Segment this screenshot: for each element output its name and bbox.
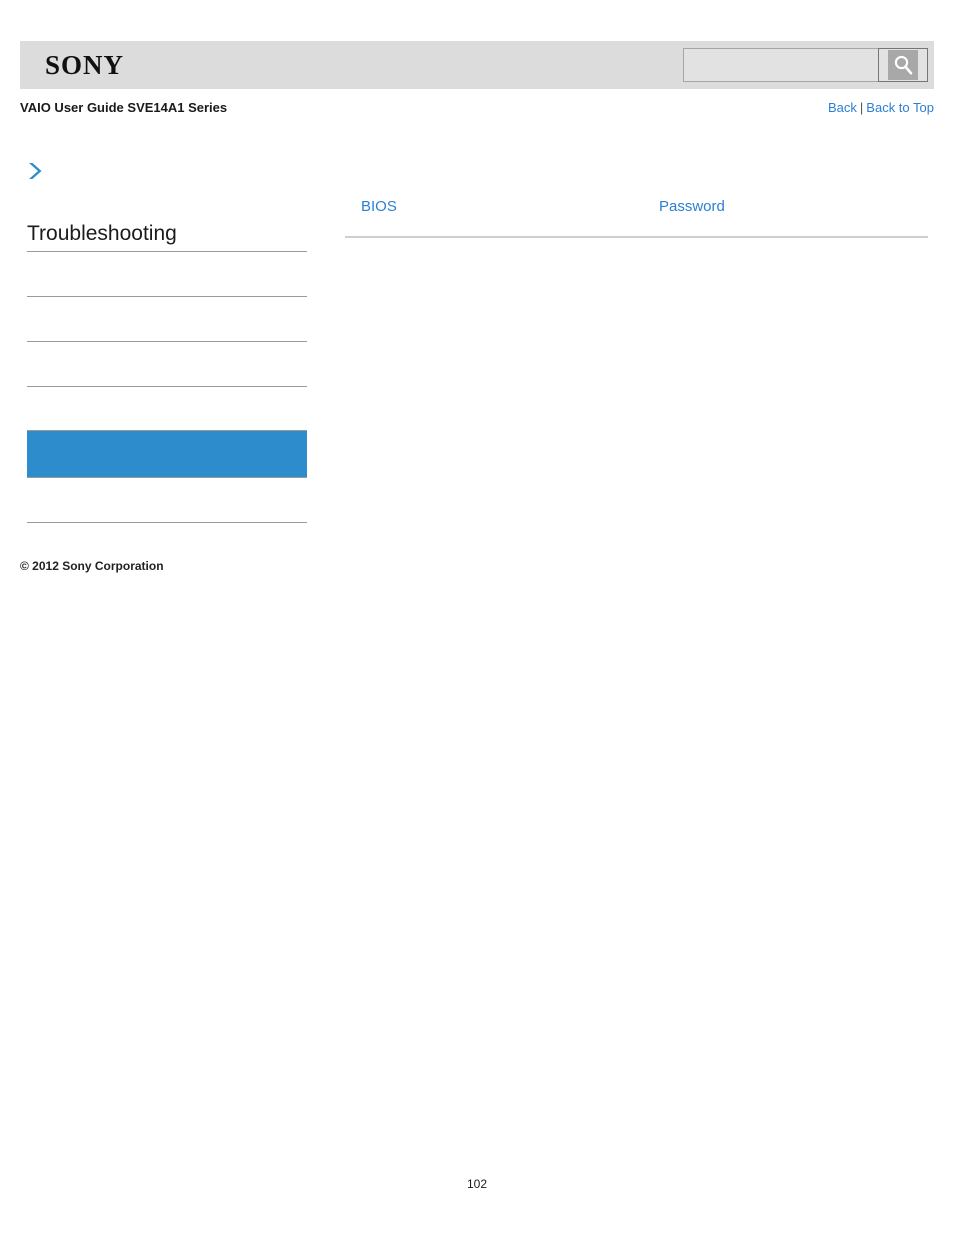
sidebar-item-6[interactable] xyxy=(27,478,307,523)
main-content: BIOS Password xyxy=(345,190,928,236)
search-button[interactable] xyxy=(878,48,928,82)
sidebar-item-2[interactable] xyxy=(27,297,307,342)
chevron-right-icon[interactable] xyxy=(24,160,46,182)
sidebar-item-1[interactable] xyxy=(27,253,307,297)
search-icon xyxy=(888,50,918,80)
nav-separator: | xyxy=(859,100,864,115)
site-header-bar: SONY xyxy=(20,41,934,89)
sidebar-section-title: Troubleshooting xyxy=(27,220,307,252)
search-input[interactable] xyxy=(683,48,878,82)
subheader: VAIO User Guide SVE14A1 Series Back | Back… xyxy=(0,100,954,122)
topic-link-password[interactable]: Password xyxy=(659,198,725,215)
topic-link-bios[interactable]: BIOS xyxy=(361,198,397,215)
search-area xyxy=(683,48,928,82)
page-title: VAIO User Guide SVE14A1 Series xyxy=(20,100,228,115)
sidebar-item-4[interactable] xyxy=(27,387,307,430)
sidebar-item-selected[interactable] xyxy=(27,430,307,478)
content-divider xyxy=(345,236,928,238)
sony-logo: SONY xyxy=(45,50,125,80)
sidebar-item-3[interactable] xyxy=(27,342,307,387)
header-nav-links: Back | Back to Top xyxy=(828,100,934,115)
back-link[interactable]: Back xyxy=(828,100,857,115)
back-to-top-link[interactable]: Back to Top xyxy=(866,100,934,115)
copyright-text: © 2012 Sony Corporation xyxy=(20,559,164,573)
topic-link-row: BIOS Password xyxy=(345,190,928,236)
page-number: 102 xyxy=(466,1177,488,1191)
sidebar-list xyxy=(27,253,307,523)
